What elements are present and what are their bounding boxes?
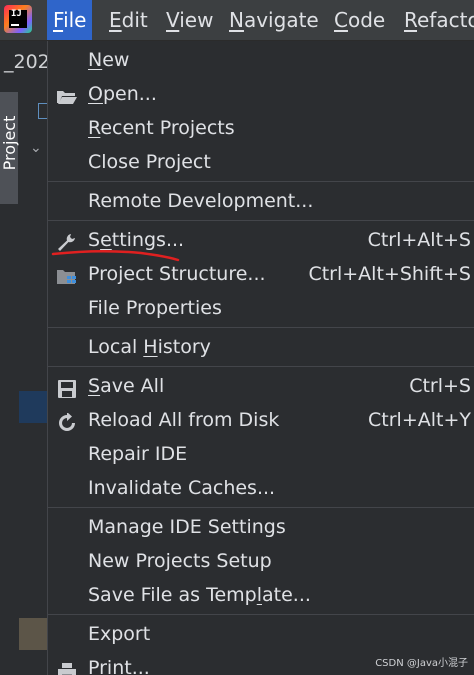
project-structure-shortcut: Ctrl+Alt+Shift+S bbox=[308, 263, 471, 285]
menu-item-project-structure[interactable]: Project Structure... Ctrl+Alt+Shift+S bbox=[48, 257, 474, 291]
menu-file[interactable]: File bbox=[47, 0, 93, 40]
menu-code[interactable]: Code bbox=[328, 0, 391, 40]
wrench-icon bbox=[56, 230, 78, 251]
save-file-as-template-label: Save File as Template... bbox=[88, 584, 311, 606]
menu-item-reload-all[interactable]: Reload All from Disk Ctrl+Alt+Y bbox=[48, 403, 474, 437]
menu-refactor[interactable]: Refacto bbox=[398, 0, 474, 40]
menu-item-close-project[interactable]: Close Project bbox=[48, 145, 474, 179]
menu-item-new[interactable]: New bbox=[48, 43, 474, 77]
chevron-down-icon[interactable]: ⌄ bbox=[30, 140, 42, 156]
menu-item-manage-ide-settings[interactable]: Manage IDE Settings bbox=[48, 510, 474, 544]
menu-separator bbox=[48, 181, 474, 182]
menu-separator bbox=[48, 220, 474, 221]
tree-row[interactable] bbox=[19, 618, 47, 650]
project-tool-tab[interactable]: Project bbox=[0, 92, 19, 204]
project-tab-label: Project bbox=[0, 115, 19, 171]
menu-item-file-properties[interactable]: File Properties bbox=[48, 291, 474, 325]
manage-ide-settings-label: Manage IDE Settings bbox=[88, 516, 286, 538]
menu-item-invalidate-caches[interactable]: Invalidate Caches... bbox=[48, 471, 474, 505]
menu-separator bbox=[48, 366, 474, 367]
recent-projects-label: Recent Projects bbox=[88, 117, 235, 139]
reload-all-shortcut: Ctrl+Alt+Y bbox=[368, 409, 471, 431]
save-icon bbox=[56, 376, 78, 398]
menu-item-export[interactable]: Export bbox=[48, 617, 474, 651]
menu-item-open[interactable]: Open... bbox=[48, 77, 474, 111]
intellij-logo-icon[interactable]: IJ bbox=[4, 5, 32, 33]
menu-item-recent-projects[interactable]: Recent Projects bbox=[48, 111, 474, 145]
menu-item-repair-ide[interactable]: Repair IDE bbox=[48, 437, 474, 471]
ide-window: IJ File Edit View Navigate Code Refacto … bbox=[0, 0, 474, 675]
file-menu-dropdown: New ⋮ Open... Recent Projects ⋮ Close Pr… bbox=[47, 41, 474, 675]
printer-icon bbox=[56, 658, 78, 675]
new-label: New bbox=[88, 49, 130, 71]
menu-separator bbox=[48, 507, 474, 508]
save-all-label: Save All bbox=[88, 375, 165, 397]
file-properties-label: File Properties bbox=[88, 297, 222, 319]
menu-item-remote-development[interactable]: Remote Development... bbox=[48, 184, 474, 218]
open-label: Open... bbox=[88, 83, 157, 105]
save-all-shortcut: Ctrl+S bbox=[409, 375, 471, 397]
menu-separator bbox=[48, 614, 474, 615]
menu-edit[interactable]: Edit bbox=[103, 0, 154, 40]
selected-tree-row[interactable] bbox=[19, 391, 47, 423]
export-label: Export bbox=[88, 623, 151, 645]
settings-shortcut: Ctrl+Alt+S bbox=[367, 229, 471, 251]
new-projects-setup-label: New Projects Setup bbox=[88, 550, 272, 572]
invalidate-caches-label: Invalidate Caches... bbox=[88, 477, 276, 499]
menu-item-save-file-as-template[interactable]: Save File as Template... bbox=[48, 578, 474, 612]
print-label: Print... bbox=[88, 657, 150, 675]
menu-navigate[interactable]: Navigate bbox=[223, 0, 325, 40]
menu-separator bbox=[48, 327, 474, 328]
folder-open-icon bbox=[56, 84, 78, 104]
local-history-label: Local History bbox=[88, 336, 211, 358]
menu-item-new-projects-setup[interactable]: New Projects Setup bbox=[48, 544, 474, 578]
remote-development-label: Remote Development... bbox=[88, 190, 314, 212]
csdn-watermark: CSDN @Java小混子 bbox=[375, 658, 468, 669]
repair-ide-label: Repair IDE bbox=[88, 443, 188, 465]
menu-view[interactable]: View bbox=[160, 0, 219, 40]
menu-item-save-all[interactable]: Save All Ctrl+S bbox=[48, 369, 474, 403]
project-name-fragment: _202 bbox=[0, 41, 50, 83]
reload-all-label: Reload All from Disk bbox=[88, 409, 280, 431]
menu-item-local-history[interactable]: Local History bbox=[48, 330, 474, 364]
menubar: IJ File Edit View Navigate Code Refacto bbox=[0, 0, 474, 41]
close-project-label: Close Project bbox=[88, 151, 211, 173]
red-underline-annotation bbox=[51, 249, 180, 262]
reload-icon bbox=[56, 410, 78, 431]
project-structure-label: Project Structure... bbox=[88, 263, 266, 285]
project-structure-icon bbox=[56, 264, 78, 284]
